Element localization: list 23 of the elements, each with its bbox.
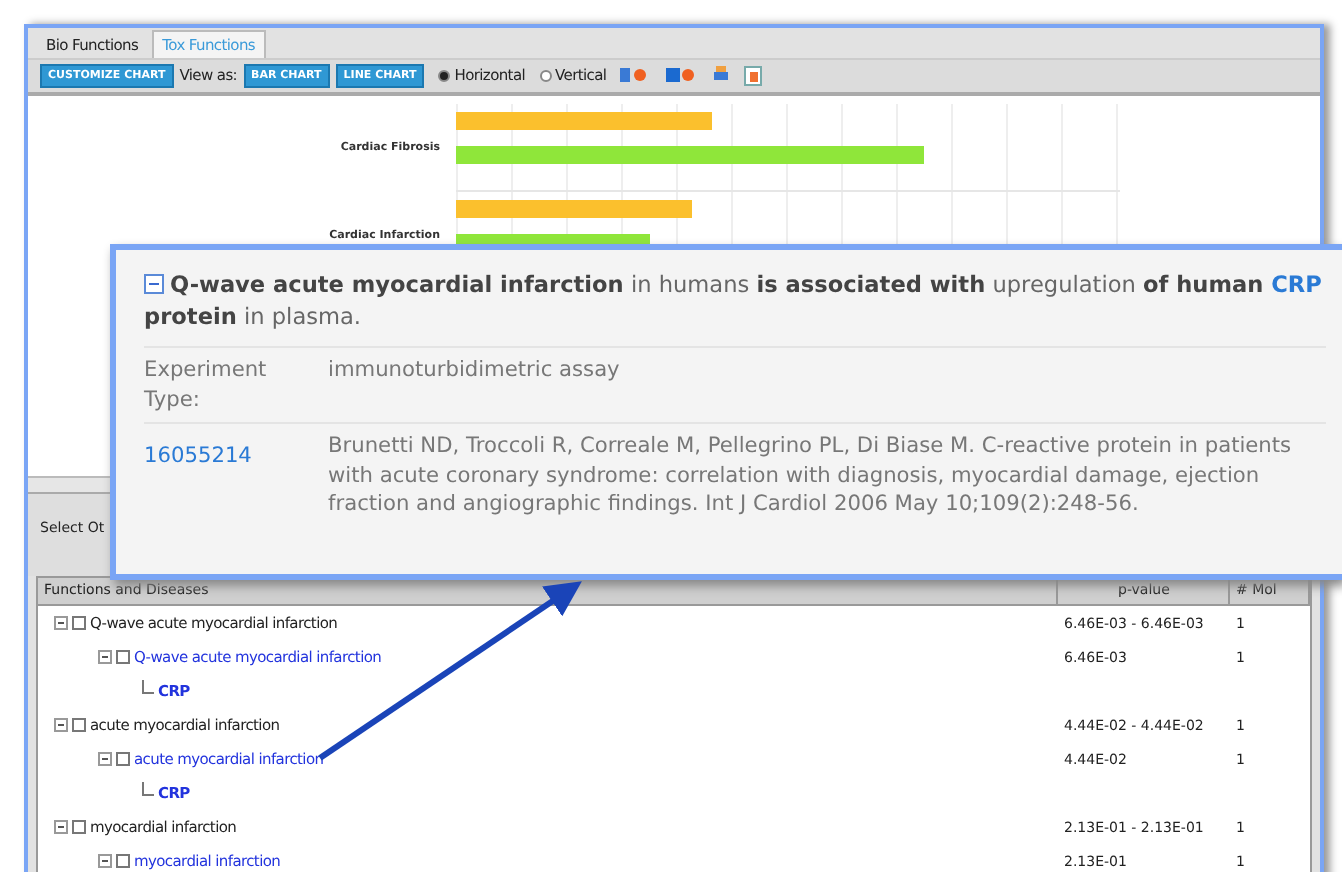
- collapse-icon[interactable]: [98, 650, 112, 664]
- printer-icon[interactable]: [712, 66, 731, 85]
- checkbox[interactable]: [72, 616, 86, 630]
- collapse-icon[interactable]: [54, 616, 68, 630]
- collapse-icon[interactable]: [98, 752, 112, 766]
- checkbox[interactable]: [116, 650, 130, 664]
- gene-link[interactable]: CRP: [1271, 272, 1322, 298]
- field-value: immunoturbidimetric assay: [328, 356, 622, 386]
- collapse-icon[interactable]: [98, 854, 112, 868]
- pubmed-link[interactable]: 16055214: [144, 444, 252, 468]
- tree-line: [142, 781, 154, 795]
- checkbox[interactable]: [116, 752, 130, 766]
- finding-sentence: Q-wave acute myocardial infarction in humans is associated with upregulation of human CRP protein in plasma.: [144, 270, 1324, 334]
- checkbox[interactable]: [72, 820, 86, 834]
- field-label: Experiment Type:: [144, 356, 269, 414]
- checkbox[interactable]: [72, 718, 86, 732]
- export-icon[interactable]: [744, 65, 763, 86]
- citation-text: Brunetti ND, Troccoli R, Correale M, Pellegrino PL, Di Biase M. C-reactive protein in patients with acute coronary syndrome: correlation with diagnosis, myocardial damage, ejection fraction and angiographic findings. Int J Cardiol 2006 May 10;109(2):248-56.: [328, 432, 1294, 519]
- tree-line: [142, 679, 154, 693]
- collapse-icon[interactable]: [144, 274, 164, 294]
- collapse-icon[interactable]: [54, 718, 68, 732]
- collapse-icon[interactable]: [54, 820, 68, 834]
- checkbox[interactable]: [116, 854, 130, 868]
